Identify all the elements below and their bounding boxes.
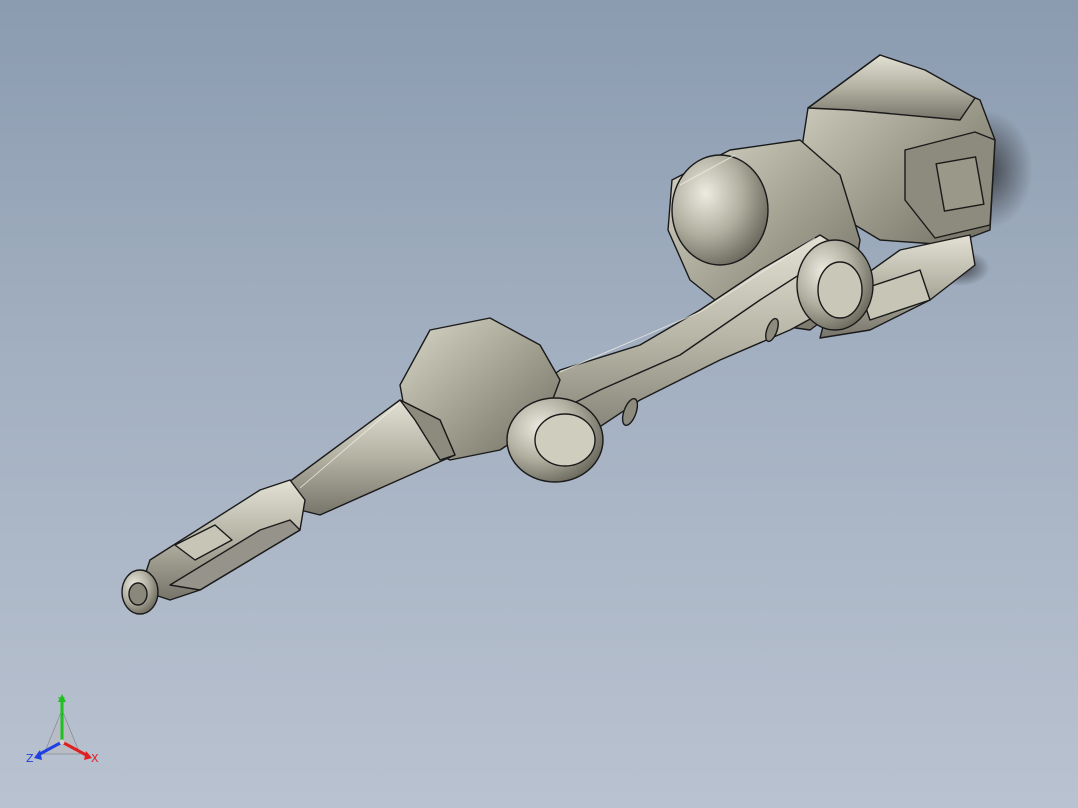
robot-arm-model[interactable] <box>0 0 1078 808</box>
graphics-viewport[interactable]: Y X Z <box>0 0 1078 808</box>
z-axis-label: Z <box>26 752 34 765</box>
triad-origin <box>59 739 65 745</box>
shoulder-cap <box>671 154 769 266</box>
x-axis-label: X <box>91 752 99 765</box>
base-connector <box>935 156 985 212</box>
elbow-inner-cap <box>534 413 596 467</box>
shoulder-inner-cap <box>817 261 863 319</box>
z-axis-arrow <box>34 750 42 760</box>
tool-flange-center <box>128 582 148 606</box>
y-axis-label: Y <box>57 695 65 708</box>
view-orientation-triad[interactable]: Y X Z <box>22 692 112 772</box>
